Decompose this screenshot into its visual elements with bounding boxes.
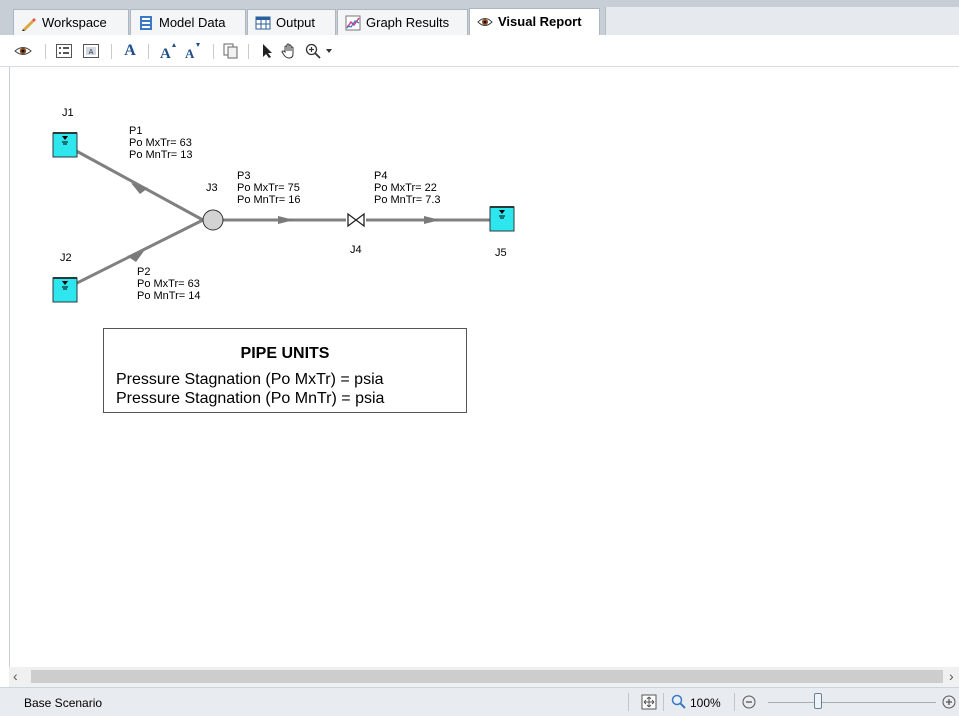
copy-icon [223,43,238,59]
pipe-name: P3 [237,170,251,182]
dropdown-arrow-icon [326,49,332,53]
toolbar-separator [111,44,112,59]
toolbar: A A A A [0,35,959,67]
pipe-name: P4 [374,170,388,182]
status-separator [734,693,735,711]
copy-button[interactable] [221,41,241,61]
font-decrease-icon: A [185,43,200,60]
pan-hand-icon [281,42,294,59]
pipe-p4-flow-arrow [424,216,440,224]
pipe-min-stagnation-pressure: Po MnTr= 14 [137,290,201,302]
font-increase-icon: A [160,43,176,60]
font-decrease-button[interactable]: A [183,41,203,61]
scrollbar-thumb[interactable] [31,670,943,683]
pipe-p2-label: P2 Po MxTr= 63 Po MnTr= 14 [137,266,200,302]
legend-line-max: Pressure Stagnation (Po MxTr) = psia [116,371,384,388]
tab-label: Visual Report [498,14,582,29]
toolbar-separator [148,44,149,59]
pipe-name: P2 [137,266,151,278]
pipe-p1-label: P1 Po MxTr= 63 Po MnTr= 13 [129,125,192,161]
junction-j2-label: J2 [60,252,72,264]
valve-j4-icon[interactable] [347,212,365,228]
reservoir-j1-icon[interactable] [52,132,78,158]
zoom-in-icon[interactable] [942,695,956,709]
pipe-min-stagnation-pressure: Po MnTr= 7.3 [374,194,441,206]
junction-j1-label: J1 [62,107,74,119]
label-icon: A [83,44,99,58]
branch-j3-icon[interactable] [202,209,224,231]
display-options-button[interactable] [54,41,74,61]
pipe-max-stagnation-pressure: Po MxTr= 75 [237,182,300,194]
model-data-icon [140,15,152,30]
pencil-icon [22,17,36,31]
junction-j5-label: J5 [495,247,507,259]
eye-icon [14,47,32,55]
tab-output[interactable]: Output [247,9,336,35]
status-separator [663,693,664,711]
fit-to-window-icon[interactable] [641,694,657,710]
svg-text:A: A [89,48,94,56]
zoom-icon[interactable] [671,694,687,710]
legend-title: PIPE UNITS [240,345,330,362]
tab-graph-results[interactable]: Graph Results [337,9,468,35]
select-button[interactable] [258,41,278,61]
toolbar-separator [213,44,214,59]
toolbar-separator [248,44,249,59]
tab-label: Output [276,14,316,30]
scroll-left-icon[interactable]: ‹ [13,668,18,684]
zoom-out-icon[interactable] [742,695,756,709]
zoom-slider-track[interactable] [768,702,936,703]
horizontal-scrollbar[interactable]: ‹ › [9,667,959,687]
zoom-in-icon [305,43,321,59]
pipe-name: P1 [129,125,143,137]
tab-model-data[interactable]: Model Data [130,9,246,35]
pipe-p3-flow-arrow [278,216,294,224]
label-button[interactable]: A [81,41,101,61]
zoom-slider-thumb[interactable] [814,693,822,709]
reservoir-j2-icon[interactable] [52,277,78,303]
zoom-level[interactable]: 100% [690,696,721,710]
tab-visual-report[interactable]: Visual Report [469,8,600,35]
list-icon [56,44,72,58]
pipe-p3-label: P3 Po MxTr= 75 Po MnTr= 16 [237,170,300,206]
pipe-max-stagnation-pressure: Po MxTr= 63 [129,137,192,149]
pipe-min-stagnation-pressure: Po MnTr= 16 [237,194,301,206]
pipe-max-stagnation-pressure: Po MxTr= 63 [137,278,200,290]
pipe-min-stagnation-pressure: Po MnTr= 13 [129,149,193,161]
legend-line-min: Pressure Stagnation (Po MnTr) = psia [116,390,385,407]
status-bar: Base Scenario 100% [0,687,959,716]
scroll-right-icon[interactable]: › [949,668,954,684]
tab-bar-empty-area [605,7,959,35]
font-icon: A [124,42,136,59]
font-button[interactable]: A [120,41,140,61]
junction-j4-label: J4 [350,244,362,256]
tab-label: Graph Results [366,14,450,30]
pan-button[interactable] [279,41,299,61]
tab-label: Model Data [159,14,226,30]
zoom-button[interactable] [303,41,323,61]
pointer-icon [263,44,272,58]
eye-icon [477,18,493,26]
graph-icon [345,15,361,30]
status-separator [628,693,629,711]
reservoir-j5-icon[interactable] [489,206,515,232]
pipe-max-stagnation-pressure: Po MxTr= 22 [374,182,437,194]
table-icon [255,16,271,29]
pipe-p4-label: P4 Po MxTr= 22 Po MnTr= 7.3 [374,170,441,206]
zoom-dropdown-button[interactable] [323,41,335,61]
tab-workspace[interactable]: Workspace [13,9,129,35]
show-hide-button[interactable] [13,41,33,61]
tab-label: Workspace [42,14,107,30]
font-increase-button[interactable]: A [158,41,178,61]
svg-text:A: A [160,46,171,60]
tab-bar: Workspace Model Data Output Graph Result… [0,0,959,35]
scenario-name: Base Scenario [24,696,103,710]
junction-j3-label: J3 [206,182,218,194]
toolbar-separator [45,44,46,59]
svg-text:A: A [185,46,195,60]
pipe-units-legend[interactable]: PIPE UNITS Pressure Stagnation (Po MxTr)… [103,328,467,413]
